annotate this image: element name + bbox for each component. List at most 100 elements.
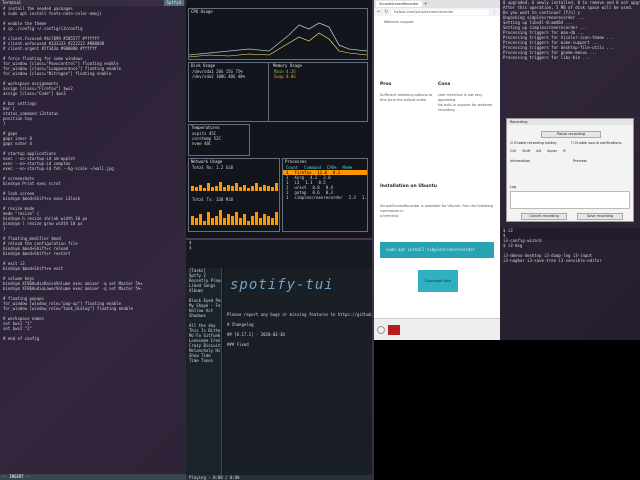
- address-bar[interactable]: itsfoss.com/simplescreenrecorder: [391, 9, 489, 15]
- net-bar: [263, 185, 266, 191]
- processes-list[interactable]: 1 firefox 12.0 8.1 1 Xorg 4.2 2.0 1 i3 1.1 0.5 1 urxv…: [283, 170, 367, 200]
- key-super[interactable]: Super: [547, 149, 557, 153]
- key-alt[interactable]: Alt: [536, 149, 541, 153]
- net-bar: [203, 221, 206, 225]
- net-rx: Total Rx: 1.2 GiB: [192, 165, 233, 170]
- left-terminal-window[interactable]: Terminal Sptfyd # install the needed pac…: [0, 0, 186, 480]
- left-terminal-tab[interactable]: Sptfyd: [163, 0, 184, 6]
- cpu-usage-graph: [189, 22, 367, 58]
- net-bar: [259, 218, 262, 225]
- net-bar: [215, 216, 218, 225]
- net-bar: [223, 187, 226, 191]
- circle-icon[interactable]: [377, 325, 385, 334]
- net-bar: [195, 218, 198, 225]
- net-bar: [195, 187, 198, 191]
- spotify-tui-terminal[interactable]: $ $ [Tasks]Sptfy 2Recently PlayedLiked S…: [186, 240, 372, 480]
- save-recording-button[interactable]: Save recording: [577, 213, 623, 220]
- right-terminal-lower[interactable]: $ i3 $ i3-config-wizard $ i3-msg i3-dmenu-d…: [500, 228, 640, 340]
- preview-label: Preview: [573, 159, 587, 163]
- net-bar: [259, 187, 262, 191]
- new-tab-icon[interactable]: +: [424, 1, 428, 7]
- sound-checkbox[interactable]: ☐ Enable sound notifications: [571, 141, 622, 145]
- net-bar: [275, 212, 278, 225]
- hotkey-checkbox[interactable]: ☑ Enable recording hotkey: [510, 141, 557, 145]
- left-terminal-statusbar: -- INSERT --: [0, 474, 186, 480]
- net-bar: [255, 183, 258, 191]
- browser-toolbar: ← ↻ itsfoss.com/simplescreenrecorder ⋮: [374, 8, 500, 16]
- key-r-select[interactable]: R: [563, 149, 565, 153]
- net-rx-sparkline: [191, 177, 278, 193]
- browser-tab[interactable]: SimpleScreenRecorder: [376, 1, 422, 7]
- right-terminal-output: 0 upgraded, 6 newly installed, 0 to remo…: [500, 0, 640, 60]
- library-sidebar[interactable]: [Tasks]Sptfy 2Recently PlayedLiked Songs…: [186, 268, 222, 480]
- net-bar: [251, 216, 254, 225]
- process-cell: 1: [286, 195, 289, 200]
- hotkey-label: Enable recording hotkey: [514, 141, 557, 145]
- net-bar: [227, 185, 230, 191]
- temperatures-panel: Temperatures acpitz 45C coretemp 52C nvm…: [188, 124, 250, 156]
- log-area[interactable]: [510, 191, 630, 209]
- net-bar: [235, 212, 238, 225]
- net-bar: [231, 216, 234, 225]
- net-bar: [239, 187, 242, 191]
- net-bar: [211, 218, 214, 225]
- install-text-line: a terminal:: [380, 214, 400, 218]
- download-button[interactable]: Download Now: [418, 270, 458, 292]
- terminal-line: Processing triggers for libc-bin ...: [503, 55, 590, 60]
- key-ctrl[interactable]: Ctrl: [510, 149, 516, 153]
- disk-row: /dev/sda2 100G 40G 40%: [192, 74, 245, 79]
- install-text: SimpleScreenRecorder is available for Ub…: [380, 204, 494, 219]
- menu-icon[interactable]: ⋮: [492, 9, 497, 15]
- process-cell: 1.5: [361, 195, 367, 200]
- net-bar: [271, 218, 274, 225]
- net-bar: [267, 186, 270, 191]
- information-label: Information: [510, 159, 531, 163]
- terminal-line: Please report any bugs or missing featur…: [227, 312, 372, 317]
- net-bar: [243, 214, 246, 225]
- recording-dialog-title: Recording: [507, 119, 633, 125]
- pause-recording-button[interactable]: Pause recording: [541, 131, 601, 138]
- browser-window[interactable]: SimpleScreenRecorder + ← ↻ itsfoss.com/s…: [374, 0, 500, 340]
- key-shift[interactable]: Shift: [522, 149, 530, 153]
- net-bar: [263, 214, 266, 225]
- right-terminal-lower-output: $ i3 $ i3-config-wizard $ i3-msg i3-dmenu-d…: [500, 228, 640, 263]
- library-list[interactable]: [Tasks]Sptfy 2Recently PlayedLiked Songs…: [186, 268, 221, 363]
- install-command-block[interactable]: sudo apt install simplescreenrecorder: [380, 242, 494, 258]
- net-bar: [247, 188, 250, 191]
- process-cell: 8.1: [332, 170, 341, 175]
- net-bar: [223, 218, 226, 225]
- net-bar: [211, 187, 214, 191]
- network-usage-panel: Network Usage Total Rx: 1.2 GiB Total Tx…: [188, 158, 280, 232]
- sound-label: Enable sound notifications: [575, 141, 622, 145]
- process-row[interactable]: 1 simplescreenrecorder 2.3 1.5: [283, 195, 367, 200]
- memory-usage-panel: Memory Usage Main 4.2G Swap 0.0G: [271, 63, 367, 121]
- help-text: Please report any bugs or missing featur…: [224, 312, 372, 347]
- reload-icon[interactable]: ↻: [384, 9, 388, 15]
- net-bar: [207, 183, 210, 191]
- app-thumbnail-icon[interactable]: [388, 324, 400, 335]
- cons-column: Cons User interface is not very appealin…: [438, 82, 496, 113]
- net-bar: [227, 214, 230, 225]
- recording-dialog[interactable]: Recording Pause recording ☑ Enable recor…: [506, 118, 634, 222]
- back-icon[interactable]: ←: [377, 9, 381, 15]
- empty-workspace-area: [374, 340, 640, 480]
- main-content-panel: spotify-tui Please report any bugs or mi…: [224, 268, 372, 480]
- playback-bar[interactable]: Playing - 0:00 / 0:00: [186, 475, 372, 480]
- hotkey-keys: Ctrl Shift Alt Super R: [510, 149, 566, 153]
- net-bar: [219, 210, 222, 225]
- disk-memory-panel: Disk Usage /dev/sda1 20G 15G 75% /dev/sd…: [188, 62, 368, 122]
- cancel-recording-button[interactable]: Cancel recording: [521, 213, 567, 220]
- net-bar: [199, 214, 202, 225]
- net-bar: [207, 212, 210, 225]
- net-bar: [191, 186, 194, 191]
- net-bar: [239, 218, 242, 225]
- temp-row: nvme 40C: [192, 141, 212, 146]
- terminal-prompt: $: [189, 245, 192, 250]
- spotify-tui-ascii-logo: spotify-tui: [230, 277, 334, 293]
- feature-item: Webcam support: [384, 20, 414, 24]
- net-bar: [199, 185, 202, 191]
- net-bar: [275, 183, 278, 191]
- memory-row: Swap 0.0G: [274, 74, 296, 79]
- terminal-line: i3-nagbar i3-save-tree i3-sensible-edito…: [503, 258, 602, 263]
- left-terminal-title: Terminal: [2, 0, 22, 5]
